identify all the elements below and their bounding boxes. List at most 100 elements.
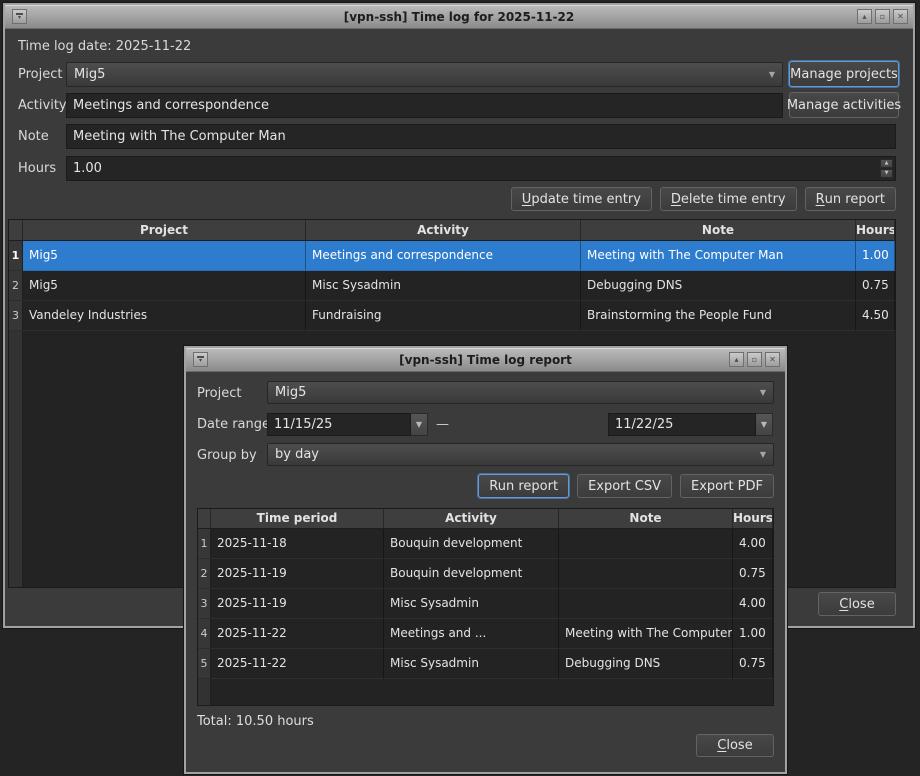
report-run-report-button[interactable]: Run report [478,474,569,498]
table-cell[interactable]: 0.75 [856,271,895,301]
report-titlebar[interactable]: ▾ [vpn-ssh] Time log report ▴ ▫ ✕ [186,348,785,372]
table-cell[interactable]: 2025-11-22 [211,619,384,649]
table-cell[interactable] [559,529,733,559]
date-start-picker-button[interactable]: ▼ [411,413,428,436]
row-number[interactable]: 1 [9,241,23,271]
table-cell[interactable]: Meeting with The Computer... [559,619,733,649]
window-menu-button[interactable]: ▾ [193,352,208,367]
main-titlebar[interactable]: ▾ [vpn-ssh] Time log for 2025-11-22 ▴ ▫ … [5,5,913,29]
hours-label: Hours [18,156,56,181]
shade-button[interactable]: ▴ [729,352,744,367]
chevron-down-icon: ▼ [769,71,775,79]
date-end-input[interactable]: 11/22/25 [608,413,756,436]
table-cell[interactable] [559,589,733,619]
chevron-down-icon: ▼ [761,420,767,429]
table-cell[interactable]: 2025-11-19 [211,559,384,589]
hours-spin-down-button[interactable]: ▼ [880,169,893,178]
date-start-input[interactable]: 11/15/25 [267,413,411,436]
note-input[interactable] [66,124,896,149]
table-cell[interactable]: Misc Sysadmin [384,649,559,679]
column-header[interactable]: Activity [384,509,559,529]
column-header[interactable]: Project [23,220,306,241]
table-cell[interactable]: Mig5 [23,271,306,301]
table-cell[interactable]: 2025-11-18 [211,529,384,559]
run-report-button[interactable]: Run report [805,187,896,211]
table-corner [198,509,211,529]
group-by-combobox[interactable]: by day ▼ [267,443,774,466]
table-cell[interactable]: Fundraising [306,301,581,331]
spin-up-icon: ▲ [885,161,889,166]
row-number[interactable]: 2 [9,271,23,301]
project-combobox[interactable]: Mig5 ▼ [66,62,783,87]
update-time-entry-button[interactable]: Update time entry [511,187,652,211]
table-cell[interactable]: 4.50 [856,301,895,331]
maximize-button[interactable]: ▫ [747,352,762,367]
maximize-button[interactable]: ▫ [875,9,890,24]
table-cell[interactable]: Debugging DNS [581,271,856,301]
table-cell[interactable] [559,559,733,589]
date-range-separator: — [436,412,449,437]
group-by-label: Group by [197,443,257,468]
hours-input[interactable] [66,156,896,181]
table-cell[interactable]: 0.75 [733,649,773,679]
row-number[interactable]: 4 [198,619,211,649]
table-cell[interactable]: 1.00 [733,619,773,649]
table-cell[interactable]: Misc Sysadmin [306,271,581,301]
time-log-date-label: Time log date: 2025-11-22 [18,34,191,59]
row-number[interactable]: 3 [9,301,23,331]
chevron-down-icon: ▼ [760,389,766,397]
column-header[interactable]: Activity [306,220,581,241]
hours-spin-up-button[interactable]: ▲ [880,159,893,168]
maximize-icon: ▫ [880,13,885,21]
manage-activities-button[interactable]: Manage activities [789,92,899,118]
activity-input[interactable] [66,93,783,118]
desktop: { "icons": { "window_menu_arrow": "▾", "… [0,0,920,776]
table-cell[interactable]: Debugging DNS [559,649,733,679]
delete-time-entry-button[interactable]: Delete time entry [660,187,797,211]
table-cell[interactable]: 4.00 [733,589,773,619]
table-cell[interactable]: Meetings and ... [384,619,559,649]
main-close-button[interactable]: Close [818,592,896,616]
project-label: Project [18,62,62,87]
row-number[interactable]: 5 [198,649,211,679]
report-project-combobox[interactable]: Mig5 ▼ [267,381,774,404]
table-cell[interactable]: Bouquin development [384,559,559,589]
window-menu-button[interactable]: ▾ [12,9,27,24]
table-cell[interactable]: Vandeley Industries [23,301,306,331]
manage-projects-button[interactable]: Manage projects [789,61,899,87]
column-header[interactable]: Time period [211,509,384,529]
export-csv-button[interactable]: Export CSV [577,474,672,498]
row-number[interactable]: 1 [198,529,211,559]
table-cell[interactable]: Misc Sysadmin [384,589,559,619]
time-entries-grid: ProjectActivityNoteHours 1Mig5Meetings an… [9,220,895,331]
column-header[interactable]: Note [581,220,856,241]
table-cell[interactable]: Mig5 [23,241,306,271]
column-header[interactable]: Note [559,509,733,529]
shade-button[interactable]: ▴ [857,9,872,24]
table-cell[interactable]: 2025-11-19 [211,589,384,619]
column-header[interactable]: Hours [856,220,895,241]
table-cell[interactable]: 4.00 [733,529,773,559]
window-menu-arrow-icon: ▾ [18,16,21,20]
report-project-combobox-value: Mig5 [275,385,306,400]
table-cell[interactable]: 2025-11-22 [211,649,384,679]
table-cell[interactable]: Meetings and correspondence [306,241,581,271]
table-cell[interactable]: Brainstorming the People Fund [581,301,856,331]
row-number[interactable]: 2 [198,559,211,589]
table-cell[interactable]: Meeting with The Computer Man [581,241,856,271]
export-pdf-button[interactable]: Export PDF [680,474,774,498]
table-cell[interactable]: 1.00 [856,241,895,271]
column-header[interactable]: Hours [733,509,773,529]
report-close-button[interactable]: Close [696,734,774,757]
table-cell[interactable]: 0.75 [733,559,773,589]
date-end-picker-button[interactable]: ▼ [756,413,773,436]
table-empty-area [198,679,773,705]
maximize-icon: ▫ [752,356,757,364]
close-window-button[interactable]: ✕ [765,352,780,367]
row-number-strip [198,679,211,705]
table-cell[interactable]: Bouquin development [384,529,559,559]
report-table: Time periodActivityNoteHours 12025-11-18B… [197,508,774,706]
close-window-button[interactable]: ✕ [893,9,908,24]
row-number[interactable]: 3 [198,589,211,619]
total-hours-label: Total: 10.50 hours [197,714,314,729]
